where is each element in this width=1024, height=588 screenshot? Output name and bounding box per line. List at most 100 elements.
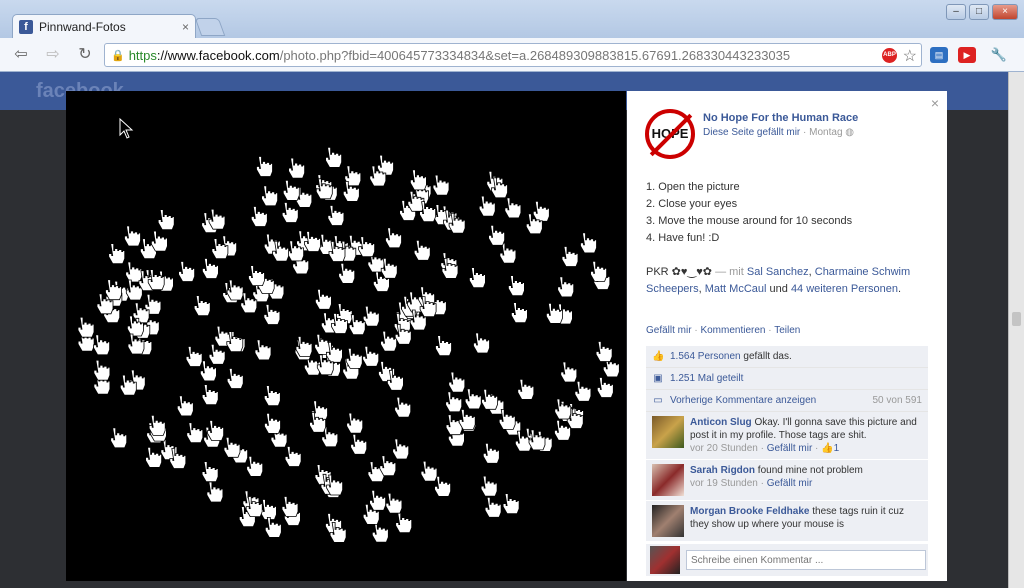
comment-time: vor 19 Stunden (690, 478, 758, 489)
hand-cursor-icon (207, 420, 225, 441)
hand-cursor-icon (295, 336, 313, 357)
tag-link[interactable]: Matt McCaul (705, 283, 767, 295)
comment-likes-count[interactable]: 1 (834, 443, 840, 454)
comment-input[interactable] (686, 550, 926, 570)
comment-bubble-icon: ▭ (653, 394, 663, 406)
step-4: 4. Have fun! :D (646, 232, 720, 244)
hand-cursor-icon (362, 345, 380, 367)
close-window-button[interactable]: × (992, 4, 1018, 20)
page-name-link[interactable]: No Hope For the Human Race (703, 112, 858, 124)
hand-cursor-icon (392, 438, 410, 460)
adblock-icon[interactable]: ABP (882, 48, 897, 63)
hand-cursor-icon (458, 409, 476, 430)
comment-like-link[interactable]: Gefällt mir (767, 478, 813, 489)
page-scrollbar[interactable] (1008, 72, 1024, 588)
minimize-button[interactable]: ‒ (946, 4, 966, 20)
youtube-extension-icon[interactable]: ▶ (958, 47, 976, 63)
hand-cursor-icon (151, 230, 168, 252)
hand-cursor-icon (325, 147, 343, 168)
hand-cursor-icon (223, 436, 241, 458)
hand-cursor-icon (445, 414, 463, 436)
hand-cursor-icon (226, 368, 244, 389)
likes-count-link[interactable]: 1.564 Personen (670, 351, 741, 362)
comment-time: vor 20 Stunden (690, 443, 758, 454)
forward-button[interactable]: ⇨ (42, 45, 64, 65)
post-meta: Diese Seite gefällt mir · Montag ◍ (703, 127, 855, 138)
comment-text: found mine not problem (757, 465, 863, 476)
maximize-button[interactable]: □ (969, 4, 989, 20)
browser-toolbar: ⇦ ⇨ ↻ 🔒 https ://www.facebook.com /photo… (0, 38, 1024, 72)
address-bar[interactable]: 🔒 https ://www.facebook.com /photo.php?f… (104, 43, 922, 67)
comment-author[interactable]: Morgan Brooke Feldhake (690, 506, 809, 517)
hand-cursor-icon (248, 265, 265, 287)
close-photo-icon[interactable]: × (931, 95, 939, 111)
more-tags-link[interactable]: 44 weiteren Personen (791, 283, 898, 295)
hand-cursor-icon (261, 185, 279, 207)
back-button[interactable]: ⇦ (10, 45, 32, 65)
reload-button[interactable]: ↻ (74, 45, 96, 65)
wrench-menu-icon[interactable]: 🔧 (990, 47, 1008, 63)
hand-cursor-icon (385, 227, 402, 249)
hand-cursor-icon (169, 448, 187, 469)
avatar[interactable] (652, 505, 684, 537)
comment-author[interactable]: Sarah Rigdon (690, 465, 755, 476)
avatar[interactable] (652, 464, 684, 496)
hand-cursor-icon (254, 339, 272, 361)
hand-cursor-icon (284, 446, 302, 467)
hand-cursor-icon (326, 474, 344, 496)
new-tab-button[interactable] (194, 18, 226, 36)
hand-cursor-icon (432, 174, 450, 196)
bookmark-star-icon[interactable]: ☆ (903, 46, 917, 66)
hand-cursor-icon (325, 341, 343, 363)
previous-comments-row: ▭ Vorherige Kommentare anzeigen 50 von 5… (646, 390, 928, 412)
photo-side-panel: × HOPE No Hope For the Human Race Diese … (627, 91, 947, 581)
comment-like-link[interactable]: Gefällt mir (767, 443, 813, 454)
globe-icon: ◍ (845, 127, 855, 138)
browser-tab[interactable]: f Pinnwand-Fotos × (12, 14, 196, 38)
avatar[interactable] (652, 416, 684, 448)
avatar (650, 546, 680, 574)
hand-cursor-icon (557, 276, 575, 298)
tab-close-icon[interactable]: × (182, 20, 189, 34)
hand-cursor-icon (124, 225, 141, 247)
hand-cursor-icon (288, 157, 306, 179)
tag-link[interactable]: Sal Sanchez (747, 266, 809, 278)
tab-title: Pinnwand-Fotos (39, 19, 126, 34)
hand-cursor-icon (201, 384, 219, 406)
hand-cursor-icon (435, 335, 452, 357)
hand-cursor-icon (304, 231, 321, 252)
hand-cursor-icon (77, 316, 95, 338)
like-action[interactable]: Gefällt mir (646, 325, 692, 336)
comment-action[interactable]: Kommentieren (700, 325, 765, 336)
hand-cursor-icon (208, 208, 226, 230)
page-avatar[interactable]: HOPE (645, 109, 695, 159)
previous-comments-link[interactable]: Vorherige Kommentare anzeigen (670, 395, 816, 406)
like-page-link[interactable]: Diese Seite gefällt mir (703, 127, 800, 138)
hand-cursor-icon (507, 275, 525, 297)
photo-stage[interactable] (66, 91, 626, 581)
shares-count-link[interactable]: 1.251 Mal geteilt (670, 373, 743, 384)
hand-cursor-icon (528, 429, 546, 451)
hand-cursor-icon (246, 455, 264, 477)
hand-cursor-icon (256, 156, 273, 177)
url-host: ://www.facebook.com (156, 47, 280, 63)
share-action[interactable]: Teilen (774, 325, 800, 336)
hand-cursor-icon (186, 422, 204, 444)
hand-cursor-icon (510, 302, 528, 324)
hand-cursor-icon (185, 346, 203, 367)
hand-cursor-icon (105, 279, 122, 301)
post-actions: Gefällt mir · Kommentieren · Teilen (646, 325, 801, 336)
hand-cursor-icon (488, 224, 506, 246)
hand-cursor-icon (574, 380, 592, 402)
hand-cursor-icon (473, 332, 490, 354)
hand-cursor-icon (420, 460, 438, 482)
hand-cursor-icon (590, 260, 607, 282)
comment-author[interactable]: Anticon Slug (690, 417, 752, 428)
step-3: 3. Move the mouse around for 10 seconds (646, 215, 853, 227)
likes-row: 👍 1.564 Personen gefällt das. (646, 346, 928, 368)
extension-icon[interactable]: ▤ (930, 47, 948, 63)
hand-cursor-icon (482, 442, 500, 464)
hand-cursor-icon (394, 396, 412, 418)
hand-cursor-icon (395, 512, 413, 534)
hand-cursor-icon (596, 377, 614, 398)
